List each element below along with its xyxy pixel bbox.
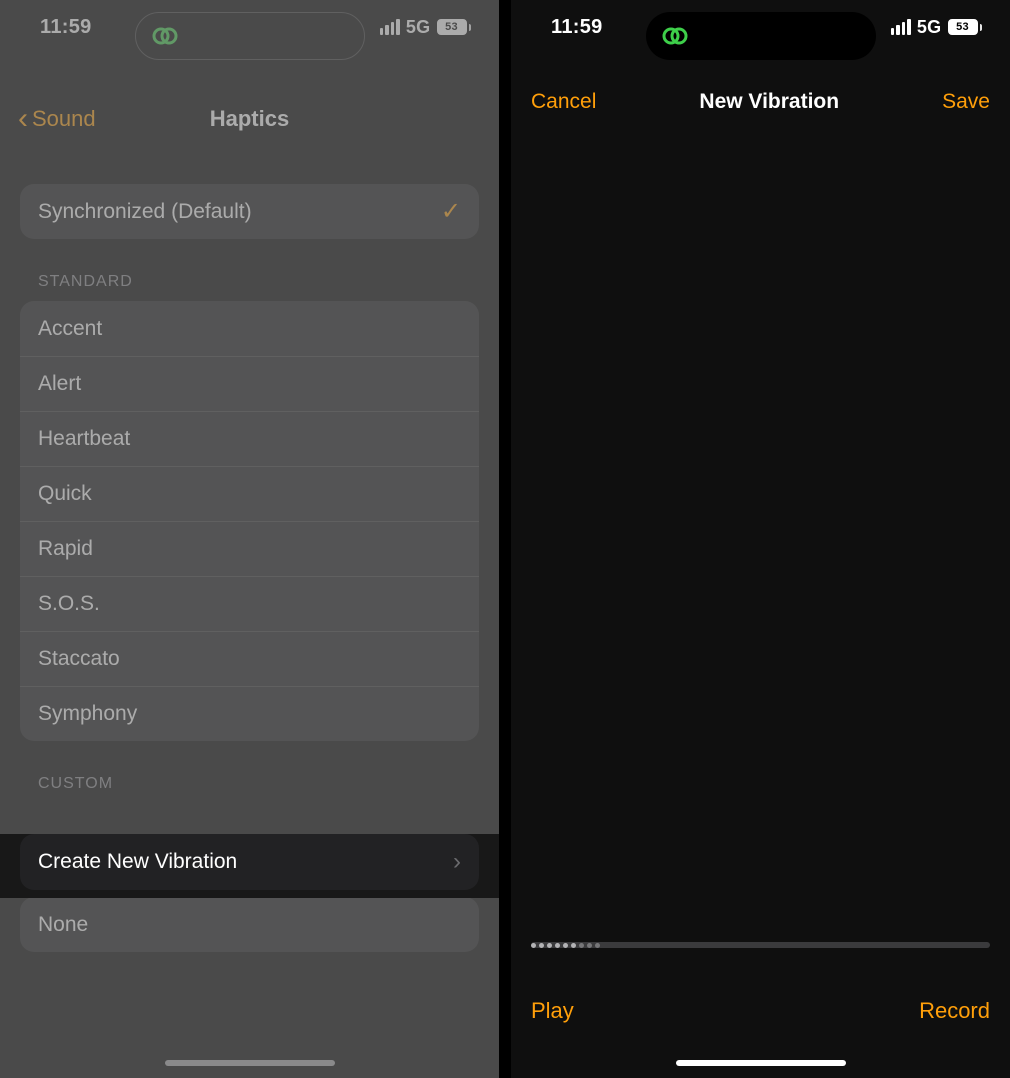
signal-icon bbox=[891, 19, 911, 35]
network-label: 5G bbox=[917, 17, 942, 38]
modal-title: New Vibration bbox=[699, 90, 839, 114]
haptic-option-label: Rapid bbox=[38, 537, 93, 561]
haptic-option[interactable]: Rapid bbox=[20, 521, 479, 576]
haptic-option[interactable]: Symphony bbox=[20, 686, 479, 741]
haptic-option-label: Accent bbox=[38, 317, 102, 341]
dynamic-island bbox=[646, 12, 876, 60]
cancel-button[interactable]: Cancel bbox=[531, 90, 596, 114]
standard-list: Accent Alert Heartbeat Quick Rapid S.O.S… bbox=[20, 301, 479, 741]
haptic-option[interactable]: Staccato bbox=[20, 631, 479, 686]
haptic-option[interactable]: Heartbeat bbox=[20, 411, 479, 466]
home-indicator[interactable] bbox=[165, 1060, 335, 1066]
record-button[interactable]: Record bbox=[919, 998, 990, 1024]
page-title: Haptics bbox=[0, 106, 499, 132]
create-vibration-label: Create New Vibration bbox=[38, 850, 237, 874]
nav-bar: ‹ Sound Haptics bbox=[0, 84, 499, 154]
haptic-option[interactable]: Accent bbox=[20, 301, 479, 356]
create-vibration-button[interactable]: Create New Vibration › bbox=[20, 834, 479, 890]
haptic-option-label: Heartbeat bbox=[38, 427, 130, 451]
haptic-option-label: Synchronized (Default) bbox=[38, 200, 252, 224]
section-header-standard: STANDARD bbox=[38, 273, 479, 291]
haptic-option[interactable]: S.O.S. bbox=[20, 576, 479, 631]
save-button[interactable]: Save bbox=[942, 90, 990, 114]
play-button[interactable]: Play bbox=[531, 998, 574, 1024]
signal-icon bbox=[380, 19, 400, 35]
dynamic-island bbox=[135, 12, 365, 60]
vibration-tap-area[interactable] bbox=[511, 120, 1010, 918]
progress-dots-icon bbox=[531, 943, 600, 948]
haptic-option[interactable]: Alert bbox=[20, 356, 479, 411]
chevron-right-icon: › bbox=[453, 848, 461, 876]
haptic-option-label: Symphony bbox=[38, 702, 137, 726]
link-icon bbox=[660, 24, 690, 48]
haptic-option-label: Quick bbox=[38, 482, 92, 506]
haptic-option-label: None bbox=[38, 913, 88, 937]
section-header-custom: CUSTOM bbox=[38, 775, 479, 793]
create-vibration-highlight: Create New Vibration › bbox=[0, 834, 499, 898]
battery-icon: 53 bbox=[437, 19, 472, 35]
checkmark-icon: ✓ bbox=[441, 197, 461, 226]
link-icon bbox=[150, 24, 180, 48]
haptic-option-label: Alert bbox=[38, 372, 81, 396]
home-indicator[interactable] bbox=[676, 1060, 846, 1066]
haptic-option[interactable]: Quick bbox=[20, 466, 479, 521]
vibration-progress bbox=[531, 940, 990, 950]
haptic-option-label: S.O.S. bbox=[38, 592, 100, 616]
footer-buttons: Play Record bbox=[511, 998, 1010, 1024]
battery-icon: 53 bbox=[948, 19, 983, 35]
haptic-option-label: Staccato bbox=[38, 647, 120, 671]
status-time: 11:59 bbox=[551, 16, 603, 39]
haptic-option-none[interactable]: None bbox=[20, 897, 479, 952]
network-label: 5G bbox=[406, 17, 431, 38]
haptic-option-default[interactable]: Synchronized (Default) ✓ bbox=[20, 184, 479, 239]
status-time: 11:59 bbox=[40, 16, 92, 39]
